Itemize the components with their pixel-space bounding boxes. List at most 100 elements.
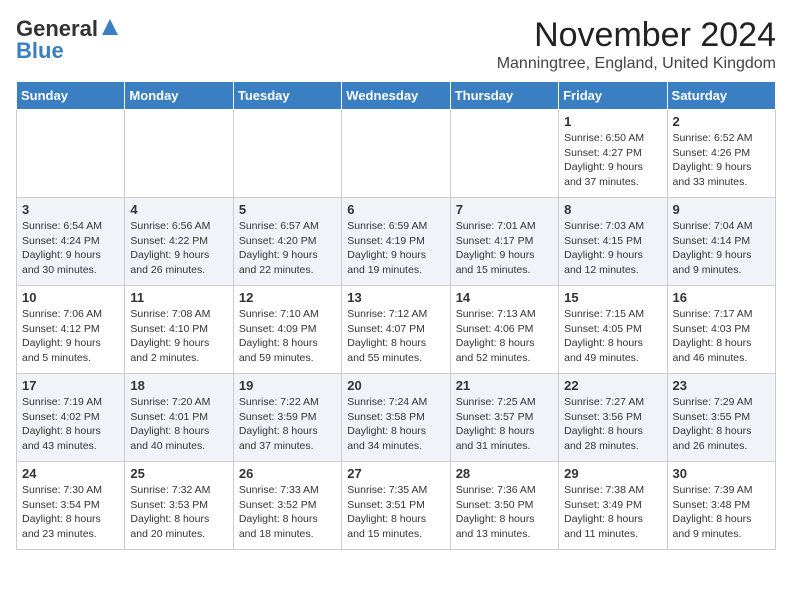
day-number: 14 (456, 290, 553, 305)
calendar-cell: 10Sunrise: 7:06 AM Sunset: 4:12 PM Dayli… (17, 286, 125, 374)
calendar-cell (17, 110, 125, 198)
day-info: Sunrise: 7:13 AM Sunset: 4:06 PM Dayligh… (456, 307, 553, 366)
day-number: 16 (673, 290, 770, 305)
day-number: 19 (239, 378, 336, 393)
day-number: 9 (673, 202, 770, 217)
day-info: Sunrise: 7:25 AM Sunset: 3:57 PM Dayligh… (456, 395, 553, 454)
calendar-cell: 17 Sunrise: 7:19 AM Sunset: 4:02 PM Dayli… (17, 374, 125, 462)
day-info: Sunrise: 7:38 AM Sunset: 3:49 PM Dayligh… (564, 483, 661, 542)
week-row-2: 3Sunrise: 6:54 AM Sunset: 4:24 PM Daylig… (17, 198, 776, 286)
day-info: Sunrise: 6:59 AM Sunset: 4:19 PM Dayligh… (347, 219, 444, 278)
calendar-cell: 20 Sunrise: 7:24 AM Sunset: 3:58 PM Dayli… (342, 374, 450, 462)
calendar-cell: 14 Sunrise: 7:13 AM Sunset: 4:06 PM Dayli… (450, 286, 558, 374)
day-info: Sunrise: 7:08 AM Sunset: 4:10 PM Dayligh… (130, 307, 227, 366)
day-number: 13 (347, 290, 444, 305)
day-number: 22 (564, 378, 661, 393)
day-info: Sunrise: 7:32 AM Sunset: 3:53 PM Dayligh… (130, 483, 227, 542)
calendar-body: 1Sunrise: 6:50 AM Sunset: 4:27 PM Daylig… (17, 110, 776, 550)
month-title: November 2024 (497, 16, 776, 55)
day-info: Sunrise: 6:52 AM Sunset: 4:26 PM Dayligh… (673, 131, 770, 190)
logo: General Blue (16, 16, 120, 64)
calendar-cell (125, 110, 233, 198)
calendar-cell: 8 Sunrise: 7:03 AM Sunset: 4:15 PM Daylig… (559, 198, 667, 286)
day-number: 21 (456, 378, 553, 393)
day-info: Sunrise: 7:12 AM Sunset: 4:07 PM Dayligh… (347, 307, 444, 366)
day-number: 29 (564, 466, 661, 481)
day-info: Sunrise: 7:29 AM Sunset: 3:55 PM Dayligh… (673, 395, 770, 454)
header-row: SundayMondayTuesdayWednesdayThursdayFrid… (17, 82, 776, 110)
calendar-cell: 12 Sunrise: 7:10 AM Sunset: 4:09 PM Dayli… (233, 286, 341, 374)
day-number: 7 (456, 202, 553, 217)
calendar-cell: 9 Sunrise: 7:04 AM Sunset: 4:14 PM Daylig… (667, 198, 775, 286)
calendar-cell: 23 Sunrise: 7:29 AM Sunset: 3:55 PM Dayli… (667, 374, 775, 462)
day-number: 23 (673, 378, 770, 393)
calendar-cell: 18Sunrise: 7:20 AM Sunset: 4:01 PM Dayli… (125, 374, 233, 462)
calendar-cell (450, 110, 558, 198)
day-info: Sunrise: 7:35 AM Sunset: 3:51 PM Dayligh… (347, 483, 444, 542)
header-day-friday: Friday (559, 82, 667, 110)
day-info: Sunrise: 7:33 AM Sunset: 3:52 PM Dayligh… (239, 483, 336, 542)
day-info: Sunrise: 7:15 AM Sunset: 4:05 PM Dayligh… (564, 307, 661, 366)
day-info: Sunrise: 7:24 AM Sunset: 3:58 PM Dayligh… (347, 395, 444, 454)
header-day-monday: Monday (125, 82, 233, 110)
calendar-cell: 6 Sunrise: 6:59 AM Sunset: 4:19 PM Daylig… (342, 198, 450, 286)
calendar-cell: 29 Sunrise: 7:38 AM Sunset: 3:49 PM Dayli… (559, 462, 667, 550)
calendar-cell: 11 Sunrise: 7:08 AM Sunset: 4:10 PM Dayli… (125, 286, 233, 374)
day-number: 12 (239, 290, 336, 305)
calendar-cell (233, 110, 341, 198)
calendar-cell: 28Sunrise: 7:36 AM Sunset: 3:50 PM Dayli… (450, 462, 558, 550)
calendar-header: SundayMondayTuesdayWednesdayThursdayFrid… (17, 82, 776, 110)
day-info: Sunrise: 7:27 AM Sunset: 3:56 PM Dayligh… (564, 395, 661, 454)
week-row-4: 17 Sunrise: 7:19 AM Sunset: 4:02 PM Dayli… (17, 374, 776, 462)
header-day-thursday: Thursday (450, 82, 558, 110)
location-title: Manningtree, England, United Kingdom (497, 55, 776, 73)
calendar-cell: 5 Sunrise: 6:57 AM Sunset: 4:20 PM Daylig… (233, 198, 341, 286)
week-row-1: 1Sunrise: 6:50 AM Sunset: 4:27 PM Daylig… (17, 110, 776, 198)
day-info: Sunrise: 7:06 AM Sunset: 4:12 PM Dayligh… (22, 307, 119, 366)
calendar-cell: 24 Sunrise: 7:30 AM Sunset: 3:54 PM Dayli… (17, 462, 125, 550)
day-number: 18 (130, 378, 227, 393)
day-info: Sunrise: 7:10 AM Sunset: 4:09 PM Dayligh… (239, 307, 336, 366)
calendar-cell: 30Sunrise: 7:39 AM Sunset: 3:48 PM Dayli… (667, 462, 775, 550)
day-info: Sunrise: 7:04 AM Sunset: 4:14 PM Dayligh… (673, 219, 770, 278)
day-info: Sunrise: 7:36 AM Sunset: 3:50 PM Dayligh… (456, 483, 553, 542)
day-info: Sunrise: 7:22 AM Sunset: 3:59 PM Dayligh… (239, 395, 336, 454)
logo-blue-text: Blue (16, 38, 64, 64)
week-row-3: 10Sunrise: 7:06 AM Sunset: 4:12 PM Dayli… (17, 286, 776, 374)
day-number: 5 (239, 202, 336, 217)
day-number: 27 (347, 466, 444, 481)
day-info: Sunrise: 6:56 AM Sunset: 4:22 PM Dayligh… (130, 219, 227, 278)
day-number: 11 (130, 290, 227, 305)
day-info: Sunrise: 6:57 AM Sunset: 4:20 PM Dayligh… (239, 219, 336, 278)
day-number: 6 (347, 202, 444, 217)
page-header: General Blue November 2024 Manningtree, … (16, 16, 776, 73)
header-day-saturday: Saturday (667, 82, 775, 110)
header-day-wednesday: Wednesday (342, 82, 450, 110)
calendar-cell: 19 Sunrise: 7:22 AM Sunset: 3:59 PM Dayli… (233, 374, 341, 462)
calendar-cell: 26Sunrise: 7:33 AM Sunset: 3:52 PM Dayli… (233, 462, 341, 550)
day-info: Sunrise: 7:30 AM Sunset: 3:54 PM Dayligh… (22, 483, 119, 542)
calendar-cell: 4 Sunrise: 6:56 AM Sunset: 4:22 PM Daylig… (125, 198, 233, 286)
day-info: Sunrise: 7:03 AM Sunset: 4:15 PM Dayligh… (564, 219, 661, 278)
day-number: 17 (22, 378, 119, 393)
day-info: Sunrise: 7:17 AM Sunset: 4:03 PM Dayligh… (673, 307, 770, 366)
calendar-table: SundayMondayTuesdayWednesdayThursdayFrid… (16, 81, 776, 550)
day-number: 20 (347, 378, 444, 393)
day-number: 30 (673, 466, 770, 481)
logo-icon (100, 17, 120, 37)
day-number: 2 (673, 114, 770, 129)
calendar-cell (342, 110, 450, 198)
day-number: 4 (130, 202, 227, 217)
day-number: 1 (564, 114, 661, 129)
day-number: 8 (564, 202, 661, 217)
calendar-cell: 16 Sunrise: 7:17 AM Sunset: 4:03 PM Dayli… (667, 286, 775, 374)
day-number: 15 (564, 290, 661, 305)
calendar-cell: 27 Sunrise: 7:35 AM Sunset: 3:51 PM Dayli… (342, 462, 450, 550)
title-area: November 2024 Manningtree, England, Unit… (497, 16, 776, 73)
calendar-cell: 21 Sunrise: 7:25 AM Sunset: 3:57 PM Dayli… (450, 374, 558, 462)
header-day-tuesday: Tuesday (233, 82, 341, 110)
day-info: Sunrise: 7:19 AM Sunset: 4:02 PM Dayligh… (22, 395, 119, 454)
day-number: 24 (22, 466, 119, 481)
header-day-sunday: Sunday (17, 82, 125, 110)
calendar-cell: 25Sunrise: 7:32 AM Sunset: 3:53 PM Dayli… (125, 462, 233, 550)
